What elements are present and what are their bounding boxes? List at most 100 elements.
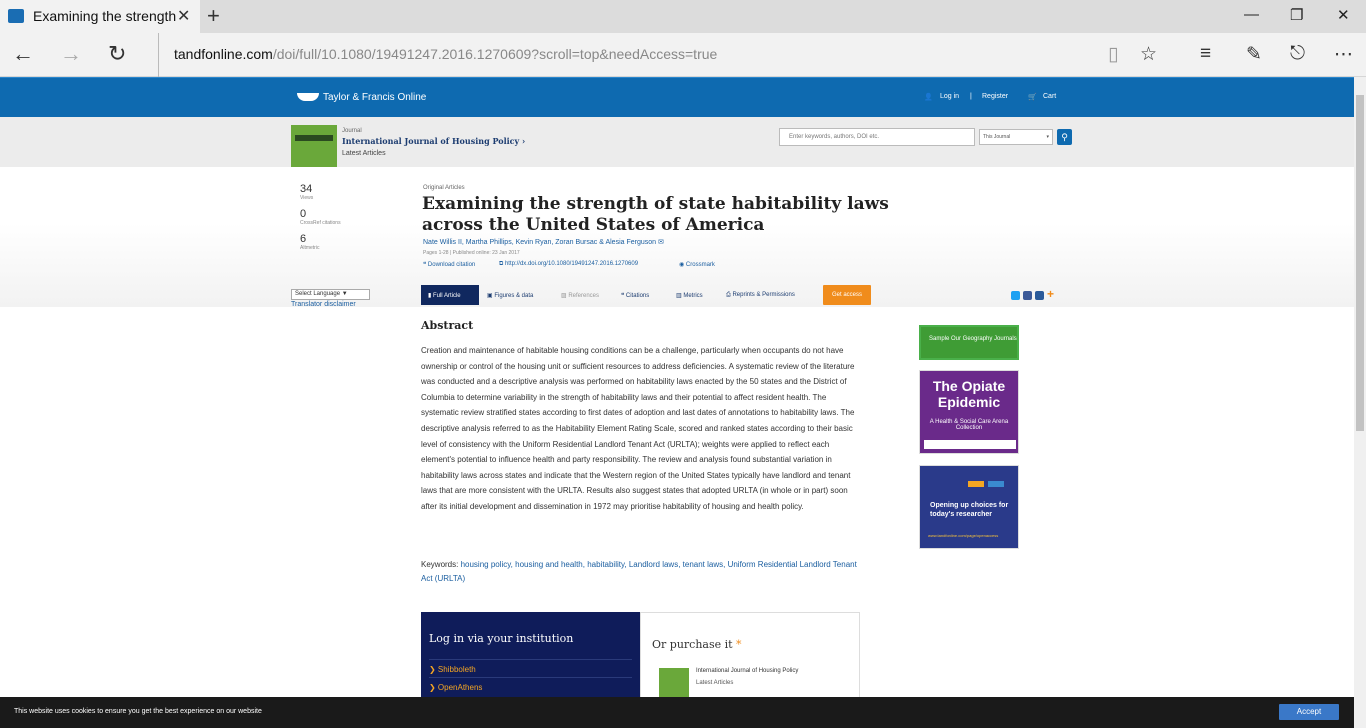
ad2-title: The Opiate Epidemic: [932, 378, 1006, 410]
abstract-heading: Abstract: [421, 319, 474, 332]
publication-info: Pages 1-28 | Published online: 23 Jan 20…: [423, 250, 520, 256]
crossmark-link[interactable]: ◉ Crossmark: [679, 261, 715, 268]
url-domain: tandfonline.com: [174, 46, 273, 62]
ad2-subtitle: A Health & Social Care Arena Collection: [929, 419, 1009, 431]
refresh-icon[interactable]: ↻: [108, 41, 126, 67]
ad3-tag: [968, 481, 984, 487]
restore-icon[interactable]: ❐: [1290, 6, 1303, 24]
site-header: Taylor & Francis Online 👤 Log in | Regis…: [0, 77, 1354, 117]
browser-tab-bar: Examining the strength ✕ + — ❐ ✕: [0, 0, 1366, 33]
metric-citations: 0 CrossRef citations: [300, 208, 341, 226]
purchase-title: Or purchase it *: [652, 638, 742, 651]
metric-views: 34 Views: [300, 183, 313, 201]
hub-icon[interactable]: ≡: [1200, 43, 1211, 65]
favorite-star-icon[interactable]: ☆: [1140, 43, 1157, 66]
search-button[interactable]: ⚲: [1057, 129, 1072, 145]
lamp-icon: [297, 93, 319, 102]
back-icon[interactable]: ←: [12, 41, 34, 67]
cookie-banner: This website uses cookies to ensure you …: [0, 697, 1354, 728]
accept-cookies-button[interactable]: Accept: [1279, 704, 1339, 720]
tab-references[interactable]: ▨ References: [561, 285, 599, 305]
article-title: Examining the strength of state habitabi…: [422, 194, 889, 235]
email-icon[interactable]: [1035, 291, 1044, 300]
ad-opiate-epidemic[interactable]: The Opiate Epidemic A Health & Social Ca…: [919, 370, 1019, 454]
tab-reprints[interactable]: ⎙ Reprints & Permissions: [726, 285, 795, 305]
get-access-button[interactable]: Get access: [823, 285, 871, 305]
reading-view-icon[interactable]: ▯: [1108, 43, 1118, 66]
tab-metrics[interactable]: ▥ Metrics: [676, 285, 703, 305]
metric-label: CrossRef citations: [300, 220, 341, 226]
tab-figures[interactable]: ▣ Figures & data: [487, 285, 533, 305]
browser-tab[interactable]: Examining the strength ✕: [0, 0, 200, 33]
search-input[interactable]: Enter keywords, authors, DOI etc.: [779, 128, 975, 146]
minimize-icon[interactable]: —: [1244, 6, 1259, 23]
tab-title: Examining the strength: [33, 8, 177, 24]
metric-label: Views: [300, 195, 314, 201]
ad-open-access[interactable]: Opening up choices for today's researche…: [919, 465, 1019, 549]
cart-icon: 🛒: [1028, 94, 1037, 101]
ad3-title: Opening up choices for today's researche…: [930, 502, 1009, 518]
login-title: Log in via your institution: [429, 632, 574, 645]
translator-disclaimer-link[interactable]: Translator disclaimer: [291, 301, 356, 308]
latest-articles-link[interactable]: Latest Articles: [342, 150, 386, 157]
article-type: Original Articles: [423, 185, 465, 191]
purchase-box: Or purchase it * International Journal o…: [640, 612, 860, 703]
twitter-icon[interactable]: [1011, 291, 1020, 300]
metric-label: Altmetric: [300, 245, 320, 251]
scrollbar[interactable]: [1354, 77, 1366, 728]
scrollbar-thumb[interactable]: [1356, 95, 1364, 431]
cookie-text: This website uses cookies to ensure you …: [14, 708, 262, 715]
facebook-icon[interactable]: [1023, 291, 1032, 300]
tab-full-article[interactable]: ▮ Full Article: [421, 285, 479, 305]
journal-bar: Journal International Journal of Housing…: [0, 117, 1354, 167]
site-favicon-icon: [8, 9, 24, 23]
ad2-footer: [924, 440, 1016, 449]
purchase-latest: Latest Articles: [696, 680, 734, 686]
keyword-links[interactable]: housing policy, housing and health, habi…: [421, 560, 857, 583]
web-note-icon[interactable]: ✎: [1246, 43, 1262, 66]
search-scope-value: This Journal: [983, 134, 1011, 140]
tab-citations[interactable]: ❝ Citations: [621, 285, 649, 305]
more-icon[interactable]: ⋯: [1334, 43, 1353, 66]
user-icon: 👤: [924, 94, 933, 101]
header-divider: |: [970, 93, 972, 100]
metric-value: 0: [300, 208, 307, 220]
keywords: Keywords: housing policy, housing and he…: [421, 558, 861, 586]
window-close-icon[interactable]: ✕: [1337, 6, 1350, 24]
metric-value: 34: [300, 183, 313, 195]
search-scope-select[interactable]: This Journal ▾: [979, 129, 1053, 145]
metric-value: 6: [300, 233, 307, 245]
doi-link[interactable]: ⧉ http://dx.doi.org/10.1080/19491247.201…: [499, 261, 638, 268]
add-share-icon[interactable]: +: [1047, 287, 1056, 301]
keywords-label: Keywords:: [421, 560, 461, 569]
share-icon[interactable]: ⎋: [1290, 43, 1305, 65]
abstract-text: Creation and maintenance of habitable ho…: [421, 346, 855, 511]
ad-geography-journals[interactable]: Sample Our Geography Journals: [919, 325, 1019, 360]
institution-login-box: Log in via your institution ❯ Shibboleth…: [421, 612, 640, 702]
cart-link[interactable]: Cart: [1043, 93, 1056, 100]
language-select[interactable]: Select Language ▼: [291, 289, 370, 300]
site-logo[interactable]: Taylor & Francis Online: [297, 92, 426, 103]
journal-label: Journal: [342, 128, 362, 134]
download-citation-link[interactable]: ❝ Download citation: [423, 261, 475, 268]
ad3-url: www.tandfonline.com/page/openaccess: [928, 533, 999, 538]
register-link[interactable]: Register: [982, 93, 1008, 100]
forward-icon[interactable]: →: [60, 41, 82, 67]
ad3-tag: [988, 481, 1004, 487]
purchase-journal-title: International Journal of Housing Policy: [696, 668, 799, 674]
shibboleth-link[interactable]: ❯ Shibboleth: [429, 659, 632, 674]
close-tab-icon[interactable]: ✕: [177, 6, 190, 26]
chevron-down-icon: ▾: [1046, 134, 1049, 140]
url-field[interactable]: tandfonline.com/doi/full/10.1080/1949124…: [158, 33, 1078, 77]
login-link[interactable]: Log in: [940, 93, 959, 100]
logo-text: Taylor & Francis Online: [323, 92, 427, 103]
openathens-link[interactable]: ❯ OpenAthens: [429, 677, 632, 692]
search-icon: ⚲: [1061, 132, 1068, 142]
author-list[interactable]: Nate Willis II, Martha Phillips, Kevin R…: [423, 238, 664, 246]
url-path: /doi/full/10.1080/19491247.2016.1270609?…: [272, 46, 718, 62]
address-bar: ← → ↻ tandfonline.com/doi/full/10.1080/1…: [0, 33, 1366, 77]
new-tab-icon[interactable]: +: [207, 3, 220, 29]
journal-title-link[interactable]: International Journal of Housing Policy …: [342, 136, 525, 146]
metric-altmetric: 6 Altmetric: [300, 233, 319, 251]
journal-cover[interactable]: [291, 125, 337, 167]
